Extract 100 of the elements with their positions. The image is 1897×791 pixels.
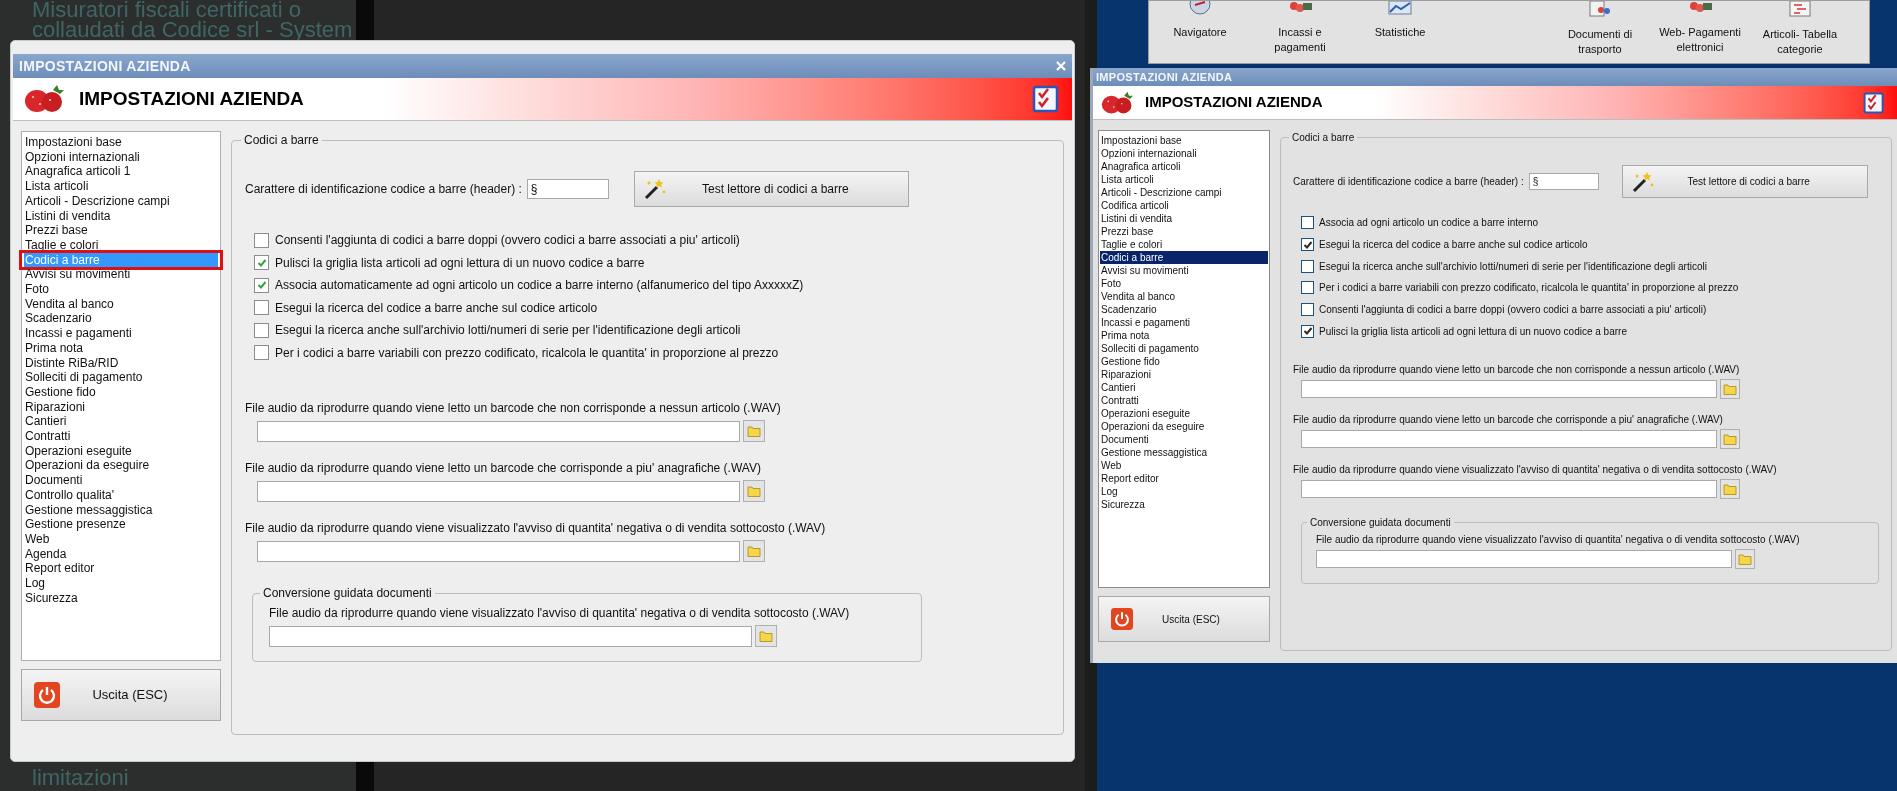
sidebar-item[interactable]: Agenda	[24, 546, 218, 562]
sidebar-item[interactable]: Impostazioni base	[24, 135, 218, 150]
browse-button[interactable]	[743, 540, 765, 562]
sidebar-item[interactable]: Log	[24, 576, 218, 591]
sidebar-item[interactable]: Cantieri	[1100, 381, 1268, 394]
sidebar-item[interactable]: Controllo qualita'	[24, 487, 218, 503]
browse-button[interactable]	[743, 480, 765, 502]
sidebar-item[interactable]: Listini di vendita	[24, 208, 218, 224]
file-path-field[interactable]	[1301, 480, 1717, 499]
checkbox[interactable]	[254, 322, 269, 338]
file-path-field[interactable]	[257, 540, 740, 562]
sidebar-item[interactable]: Codici a barre	[1100, 251, 1268, 264]
sidebar-item[interactable]: Listini di vendita	[1100, 212, 1268, 225]
sidebar-item[interactable]: Anagrafica articoli	[1100, 160, 1268, 173]
toolbar-button[interactable]: Statistiche	[1350, 1, 1450, 63]
sidebar-item[interactable]: Operazioni eseguite	[24, 443, 218, 459]
sidebar-item[interactable]: Riparazioni	[24, 399, 218, 415]
toolbar-button[interactable]: Articoli- Tabella categorie	[1750, 1, 1850, 63]
sidebar-item[interactable]: Articoli - Descrizione campi	[1100, 186, 1268, 199]
sidebar-item[interactable]: Impostazioni base	[1100, 134, 1268, 147]
sidebar-item[interactable]: Vendita al banco	[24, 296, 218, 312]
sidebar-item[interactable]: Gestione messaggistica	[24, 502, 218, 518]
checkbox[interactable]	[254, 345, 269, 361]
file-path-field[interactable]	[269, 625, 752, 647]
sidebar-item[interactable]: Gestione messaggistica	[1100, 446, 1268, 459]
sidebar-item[interactable]: Operazioni da eseguire	[24, 458, 218, 474]
checkbox[interactable]	[1301, 216, 1314, 230]
sidebar-item[interactable]: Solleciti di pagamento	[24, 370, 218, 385]
sidebar-item[interactable]: Operazioni eseguite	[1100, 407, 1268, 420]
toolbar-button[interactable]: Web- Pagamenti elettronici	[1650, 1, 1750, 63]
toolbar-button[interactable]: Documenti di trasporto	[1550, 1, 1650, 63]
sidebar-item[interactable]: Report editor	[24, 561, 218, 577]
sidebar-item[interactable]: Lista articoli	[1100, 173, 1268, 186]
file-path-field[interactable]	[257, 480, 740, 502]
sidebar-item[interactable]: Taglie e colori	[1100, 238, 1268, 251]
sidebar-item[interactable]: Vendita al banco	[1100, 290, 1268, 303]
sidebar-item[interactable]: Gestione fido	[24, 384, 218, 400]
sidebar-item[interactable]: Anagrafica articoli 1	[24, 164, 218, 180]
sidebar-item[interactable]: Riparazioni	[1100, 368, 1268, 381]
sidebar-item[interactable]: Documenti	[24, 473, 218, 488]
sidebar-item[interactable]: Incassi e pagamenti	[24, 326, 218, 341]
sidebar-item[interactable]: Gestione presenze	[24, 517, 218, 532]
browse-button[interactable]	[1735, 549, 1755, 570]
sidebar-item[interactable]: Avvisi su movimenti	[24, 267, 218, 283]
checklist-icon[interactable]	[1032, 85, 1060, 113]
file-path-field[interactable]	[1316, 550, 1732, 569]
toolbar-button[interactable]: Incassi e pagamenti	[1250, 1, 1350, 63]
sidebar-item[interactable]: Sicurezza	[1100, 498, 1268, 511]
sidebar-item[interactable]: Contratti	[24, 429, 218, 444]
checkbox[interactable]	[1301, 259, 1314, 273]
sidebar-item[interactable]: Solleciti di pagamento	[1100, 342, 1268, 355]
sidebar-item[interactable]: Web	[1100, 459, 1268, 472]
sidebar-item[interactable]: Operazioni da eseguire	[1100, 420, 1268, 433]
browse-button[interactable]	[1720, 479, 1740, 500]
sidebar-item[interactable]: Foto	[24, 282, 218, 297]
sidebar-item[interactable]: Opzioni internazionali	[24, 149, 218, 165]
sidebar-item[interactable]: Prima nota	[24, 340, 218, 356]
checkbox[interactable]	[254, 232, 269, 248]
checkbox[interactable]	[254, 277, 269, 293]
sidebar-item[interactable]: Foto	[1100, 277, 1268, 290]
sidebar-item[interactable]: Cantieri	[24, 414, 218, 430]
file-path-field[interactable]	[1301, 430, 1717, 449]
sidebar-item[interactable]: Distinte RiBa/RID	[24, 355, 218, 371]
sidebar-item[interactable]: Incassi e pagamenti	[1100, 316, 1268, 329]
sidebar-item[interactable]: Gestione fido	[1100, 355, 1268, 368]
file-path-field[interactable]	[257, 420, 740, 442]
checkbox[interactable]	[1301, 238, 1314, 252]
sidebar-item[interactable]: Web	[24, 532, 218, 547]
sidebar-item[interactable]: Opzioni internazionali	[1100, 147, 1268, 160]
header-char-field[interactable]: §	[1528, 173, 1599, 190]
browse-button[interactable]	[1720, 429, 1740, 450]
sidebar-item[interactable]: Contratti	[1100, 394, 1268, 407]
checkbox[interactable]	[1301, 281, 1314, 295]
browse-button[interactable]	[743, 420, 765, 442]
exit-button[interactable]: Uscita (ESC)	[21, 669, 221, 721]
browse-button[interactable]	[1720, 379, 1740, 400]
sidebar-item[interactable]: Documenti	[1100, 433, 1268, 446]
sidebar-item[interactable]: Prezzi base	[24, 223, 218, 238]
test-reader-button[interactable]: Test lettore di codici a barre	[1621, 165, 1868, 198]
sidebar-item[interactable]: Avvisi su movimenti	[1100, 264, 1268, 277]
sidebar-item[interactable]: Sicurezza	[24, 590, 218, 606]
sidebar-item[interactable]: Lista articoli	[24, 179, 218, 194]
exit-button[interactable]: Uscita (ESC)	[1098, 596, 1270, 642]
sidebar-item[interactable]: Taglie e colori	[24, 237, 218, 253]
checkbox[interactable]	[1301, 324, 1314, 338]
sidebar-item[interactable]: Codifica articoli	[1100, 199, 1268, 212]
checkbox[interactable]	[1301, 303, 1314, 317]
sidebar-item[interactable]: Report editor	[1100, 472, 1268, 485]
sidebar-item[interactable]: Prezzi base	[1100, 225, 1268, 238]
close-icon[interactable]	[1056, 61, 1066, 71]
sidebar-item[interactable]: Log	[1100, 485, 1268, 498]
test-reader-button[interactable]: Test lettore di codici a barre	[633, 171, 909, 207]
browse-button[interactable]	[755, 625, 777, 647]
sidebar-item[interactable]: Scadenzario	[1100, 303, 1268, 316]
sidebar-item[interactable]: Prima nota	[1100, 329, 1268, 342]
sidebar-item[interactable]: Articoli - Descrizione campi	[24, 193, 218, 209]
toolbar-button[interactable]: Navigatore	[1150, 1, 1250, 63]
header-char-field[interactable]: §	[526, 179, 609, 199]
sidebar-item[interactable]: Scadenzario	[24, 311, 218, 327]
checkbox[interactable]	[254, 300, 269, 316]
